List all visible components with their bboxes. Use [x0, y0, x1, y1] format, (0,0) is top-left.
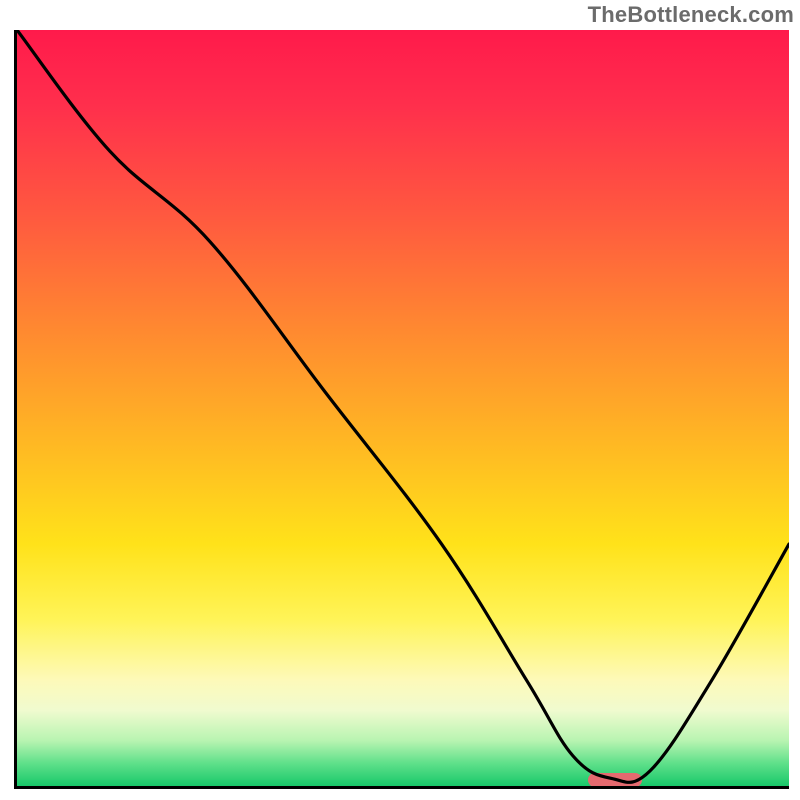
watermark-text: TheBottleneck.com: [588, 2, 794, 28]
bottleneck-chart: TheBottleneck.com: [0, 0, 800, 800]
plot-area: [14, 30, 789, 789]
bottleneck-curve: [17, 30, 789, 786]
